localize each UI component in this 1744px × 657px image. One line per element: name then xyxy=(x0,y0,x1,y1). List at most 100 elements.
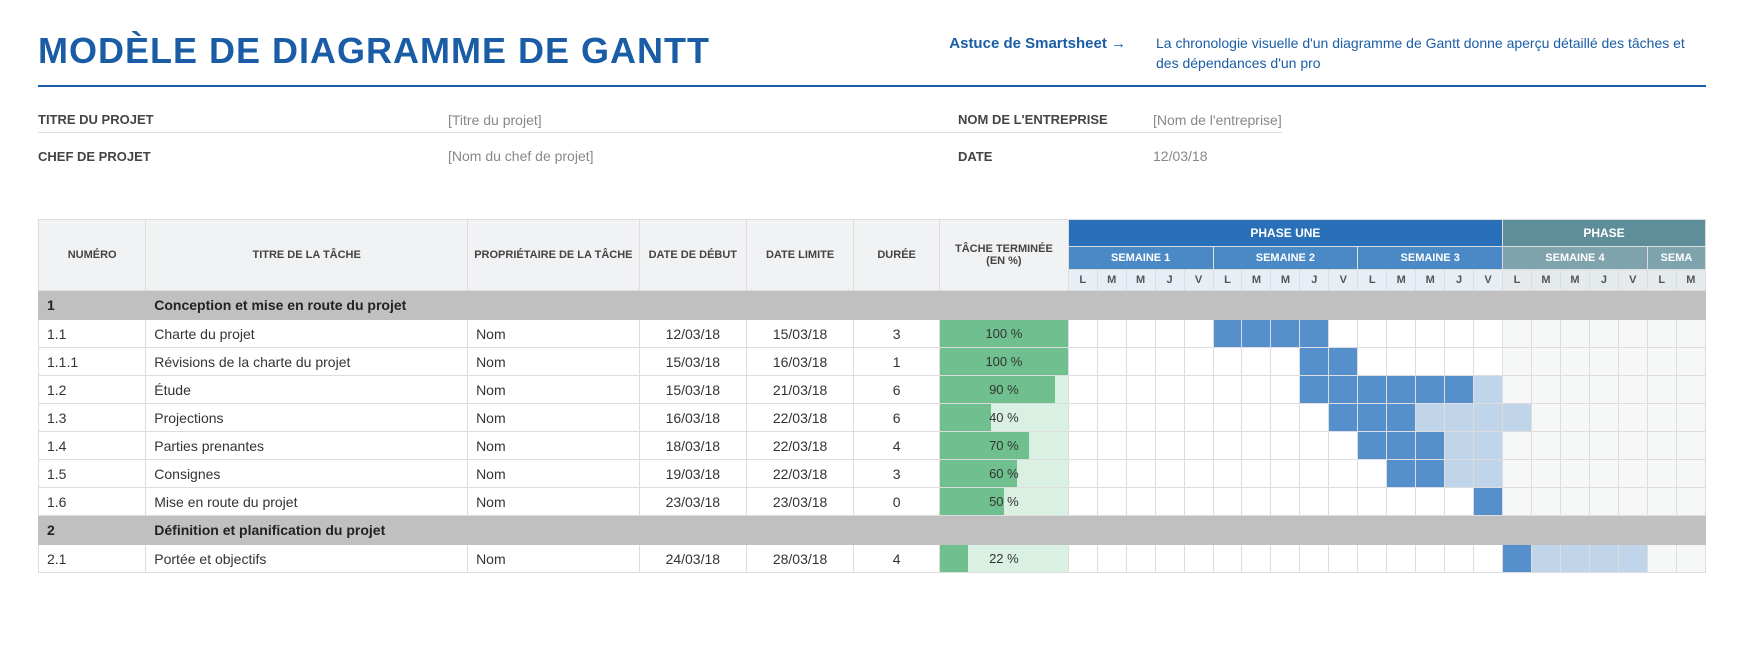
task-row[interactable]: 1.4Parties prenantesNom18/03/1822/03/184… xyxy=(39,432,1706,460)
task-end[interactable]: 23/03/18 xyxy=(746,488,853,516)
task-end[interactable]: 28/03/18 xyxy=(746,545,853,573)
task-row[interactable]: 1.3ProjectionsNom16/03/1822/03/18640 % xyxy=(39,404,1706,432)
task-duration[interactable]: 0 xyxy=(854,488,940,516)
task-duration[interactable]: 4 xyxy=(854,432,940,460)
day-cell xyxy=(1271,291,1300,320)
day-cell xyxy=(1300,516,1329,545)
task-end[interactable]: 15/03/18 xyxy=(746,320,853,348)
task-start[interactable]: 16/03/18 xyxy=(639,404,746,432)
task-owner[interactable]: Nom xyxy=(468,488,640,516)
gantt-cell xyxy=(1647,320,1676,348)
task-duration[interactable]: 6 xyxy=(854,376,940,404)
gantt-cell xyxy=(1532,488,1561,516)
task-start[interactable]: 18/03/18 xyxy=(639,432,746,460)
task-title[interactable]: Charte du projet xyxy=(146,320,468,348)
task-row[interactable]: 2.1Portée et objectifsNom24/03/1828/03/1… xyxy=(39,545,1706,573)
day-cell xyxy=(1503,291,1532,320)
gantt-cell xyxy=(1097,404,1126,432)
task-num: 1.3 xyxy=(39,404,146,432)
task-pct[interactable]: 22 % xyxy=(940,545,1069,573)
task-end[interactable]: 22/03/18 xyxy=(746,460,853,488)
task-row[interactable]: 1.1.1Révisions de la charte du projetNom… xyxy=(39,348,1706,376)
task-end[interactable]: 16/03/18 xyxy=(746,348,853,376)
gantt-cell xyxy=(1068,545,1097,573)
task-title[interactable]: Portée et objectifs xyxy=(146,545,468,573)
gantt-cell xyxy=(1532,545,1561,573)
task-end[interactable]: 22/03/18 xyxy=(746,404,853,432)
gantt-cell xyxy=(1271,320,1300,348)
day-header: L xyxy=(1358,270,1387,291)
task-duration[interactable]: 3 xyxy=(854,320,940,348)
company-value[interactable]: [Nom de l'entreprise] xyxy=(1153,112,1282,128)
task-pct[interactable]: 70 % xyxy=(940,432,1069,460)
day-cell xyxy=(1618,291,1647,320)
day-header: M xyxy=(1387,270,1416,291)
gantt-cell xyxy=(1242,348,1271,376)
gantt-cell xyxy=(1126,488,1155,516)
task-start[interactable]: 12/03/18 xyxy=(639,320,746,348)
day-cell xyxy=(1445,291,1474,320)
task-start[interactable]: 19/03/18 xyxy=(639,460,746,488)
gantt-cell xyxy=(1184,404,1213,432)
task-title[interactable]: Consignes xyxy=(146,460,468,488)
gantt-cell xyxy=(1676,376,1705,404)
gantt-cell xyxy=(1126,432,1155,460)
task-start[interactable]: 23/03/18 xyxy=(639,488,746,516)
task-start[interactable]: 24/03/18 xyxy=(639,545,746,573)
task-row[interactable]: 1.1Charte du projetNom12/03/1815/03/1831… xyxy=(39,320,1706,348)
gantt-cell xyxy=(1242,432,1271,460)
task-owner[interactable]: Nom xyxy=(468,432,640,460)
task-start[interactable]: 15/03/18 xyxy=(639,348,746,376)
task-start[interactable]: 15/03/18 xyxy=(639,376,746,404)
task-num: 2.1 xyxy=(39,545,146,573)
task-owner[interactable]: Nom xyxy=(468,460,640,488)
day-header: M xyxy=(1416,270,1445,291)
tip-label[interactable]: Astuce de Smartsheet → xyxy=(949,34,1126,73)
day-cell xyxy=(1358,291,1387,320)
task-title[interactable]: Projections xyxy=(146,404,468,432)
day-cell xyxy=(1242,516,1271,545)
project-title-value[interactable]: [Titre du projet] xyxy=(448,112,542,128)
gantt-cell xyxy=(1474,432,1503,460)
task-row[interactable]: 1.2ÉtudeNom15/03/1821/03/18690 % xyxy=(39,376,1706,404)
task-title[interactable]: Étude xyxy=(146,376,468,404)
gantt-cell xyxy=(1358,376,1387,404)
day-header: L xyxy=(1068,270,1097,291)
task-title[interactable]: Mise en route du projet xyxy=(146,488,468,516)
task-pct[interactable]: 100 % xyxy=(940,348,1069,376)
gantt-cell xyxy=(1589,376,1618,404)
gantt-cell xyxy=(1618,488,1647,516)
task-pct[interactable]: 50 % xyxy=(940,488,1069,516)
task-owner[interactable]: Nom xyxy=(468,376,640,404)
task-duration[interactable]: 6 xyxy=(854,404,940,432)
gantt-cell xyxy=(1184,545,1213,573)
task-owner[interactable]: Nom xyxy=(468,348,640,376)
task-pct[interactable]: 90 % xyxy=(940,376,1069,404)
task-title[interactable]: Révisions de la charte du projet xyxy=(146,348,468,376)
task-row[interactable]: 1.6Mise en route du projetNom23/03/1823/… xyxy=(39,488,1706,516)
gantt-cell xyxy=(1068,320,1097,348)
task-title[interactable]: Parties prenantes xyxy=(146,432,468,460)
col-start: DATE DE DÉBUT xyxy=(639,220,746,291)
task-pct[interactable]: 60 % xyxy=(940,460,1069,488)
gantt-cell xyxy=(1445,432,1474,460)
task-duration[interactable]: 1 xyxy=(854,348,940,376)
tip-text: La chronologie visuelle d'un diagramme d… xyxy=(1156,34,1706,73)
task-pct[interactable]: 40 % xyxy=(940,404,1069,432)
task-pct[interactable]: 100 % xyxy=(940,320,1069,348)
task-duration[interactable]: 4 xyxy=(854,545,940,573)
task-end[interactable]: 22/03/18 xyxy=(746,432,853,460)
day-cell xyxy=(1300,291,1329,320)
day-header: V xyxy=(1329,270,1358,291)
task-end[interactable]: 21/03/18 xyxy=(746,376,853,404)
day-header: J xyxy=(1589,270,1618,291)
project-manager-value[interactable]: [Nom du chef de projet] xyxy=(448,148,594,164)
task-owner[interactable]: Nom xyxy=(468,404,640,432)
task-owner[interactable]: Nom xyxy=(468,320,640,348)
gantt-cell xyxy=(1387,320,1416,348)
task-duration[interactable]: 3 xyxy=(854,460,940,488)
task-row[interactable]: 1.5ConsignesNom19/03/1822/03/18360 % xyxy=(39,460,1706,488)
date-value[interactable]: 12/03/18 xyxy=(1153,148,1208,164)
task-owner[interactable]: Nom xyxy=(468,545,640,573)
day-cell xyxy=(1126,516,1155,545)
